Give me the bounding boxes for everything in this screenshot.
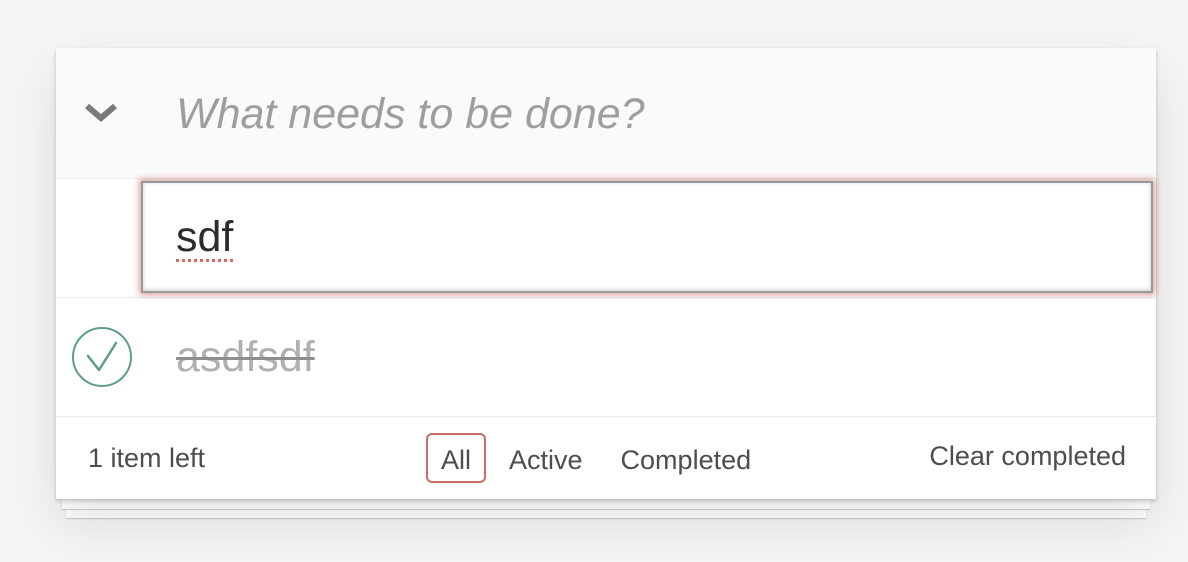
paper-stack-bottom	[66, 509, 1146, 518]
filter-completed[interactable]: Completed	[606, 433, 767, 483]
edit-todo-value: sdf	[176, 212, 234, 261]
todo-app: sdf asdfsdf 1 item left All Active Compl…	[56, 48, 1156, 499]
items-left-count: 1 item left	[88, 443, 206, 473]
todo-item-editing: sdf	[56, 179, 1156, 298]
edit-todo-input[interactable]: sdf	[141, 181, 1153, 293]
todo-title[interactable]: asdfsdf	[176, 326, 315, 388]
checkmark-circle-icon	[72, 327, 132, 387]
todo-toggle-checkbox[interactable]	[71, 326, 133, 388]
clear-completed-button[interactable]: Clear completed	[929, 441, 1126, 472]
paper-stack-middle	[62, 499, 1150, 509]
filter-active[interactable]: Active	[494, 433, 598, 483]
filter-list: All Active Completed	[426, 433, 766, 483]
filter-all[interactable]: All	[426, 433, 487, 483]
todo-footer: 1 item left All Active Completed Clear c…	[56, 417, 1156, 499]
chevron-down-icon	[85, 103, 117, 122]
toggle-all-button[interactable]	[78, 94, 124, 134]
todo-header	[56, 48, 1156, 179]
new-todo-input[interactable]	[176, 72, 1116, 156]
todo-item: asdfsdf	[56, 298, 1156, 417]
